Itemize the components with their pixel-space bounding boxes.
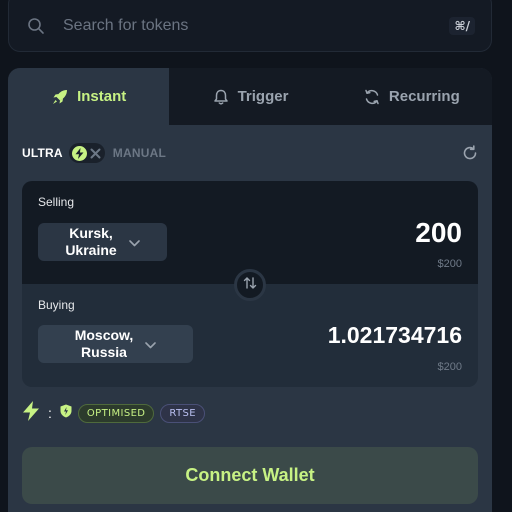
tab-label: Instant: [77, 88, 127, 105]
tab-recurring[interactable]: Recurring: [331, 68, 492, 125]
route-separator: :: [48, 405, 52, 421]
selling-token-selector[interactable]: Kursk, Ukraine: [38, 223, 167, 261]
chevron-down-icon: [128, 234, 140, 251]
selling-usd-value: $200: [437, 258, 462, 270]
buying-usd-value: $200: [437, 361, 462, 373]
lightning-icon: [71, 145, 87, 161]
tab-trigger[interactable]: Trigger: [169, 68, 330, 125]
tab-label: Recurring: [388, 88, 460, 105]
search-bar[interactable]: ⌘/: [8, 0, 492, 52]
tab-instant[interactable]: Instant: [8, 68, 170, 125]
swap-direction-button[interactable]: [234, 269, 266, 301]
buying-token-selector[interactable]: Moscow, Russia: [38, 325, 193, 363]
recurring-icon: [363, 88, 381, 106]
refresh-icon[interactable]: [462, 145, 478, 161]
mode-selector: ULTRA MANUAL: [22, 142, 478, 164]
ultra-manual-toggle[interactable]: [68, 143, 105, 163]
chevron-down-icon: [145, 336, 157, 353]
keyboard-shortcut-badge: ⌘/: [449, 17, 475, 35]
tab-bar: Instant Trigger Recurring: [8, 68, 492, 125]
selling-token-name: Kursk, Ukraine: [65, 225, 117, 258]
selling-amount-input[interactable]: 200: [415, 217, 462, 249]
buying-token-name: Moscow, Russia: [74, 327, 134, 360]
shield-icon: [60, 404, 72, 423]
rtse-badge: RTSE: [160, 403, 206, 423]
ultra-mode-label[interactable]: ULTRA: [22, 146, 63, 160]
search-input[interactable]: [63, 17, 450, 35]
optimised-badge: OPTIMISED: [77, 403, 155, 423]
selling-label: Selling: [38, 195, 75, 209]
swap-arrows-icon: [243, 276, 257, 295]
swap-panel: Instant Trigger Recurring ULTRA MANUAL S…: [8, 68, 492, 512]
tab-label: Trigger: [237, 88, 289, 105]
search-icon: [27, 17, 45, 35]
manual-mode-label[interactable]: MANUAL: [113, 146, 166, 160]
manual-tools-icon: [90, 147, 102, 159]
rocket-icon: [51, 88, 69, 106]
bell-icon: [212, 88, 230, 106]
lightning-icon: [22, 400, 40, 426]
connect-wallet-button[interactable]: Connect Wallet: [22, 447, 478, 504]
buying-amount: 1.021734716: [327, 322, 462, 348]
route-info: : OPTIMISED RTSE: [22, 400, 206, 426]
